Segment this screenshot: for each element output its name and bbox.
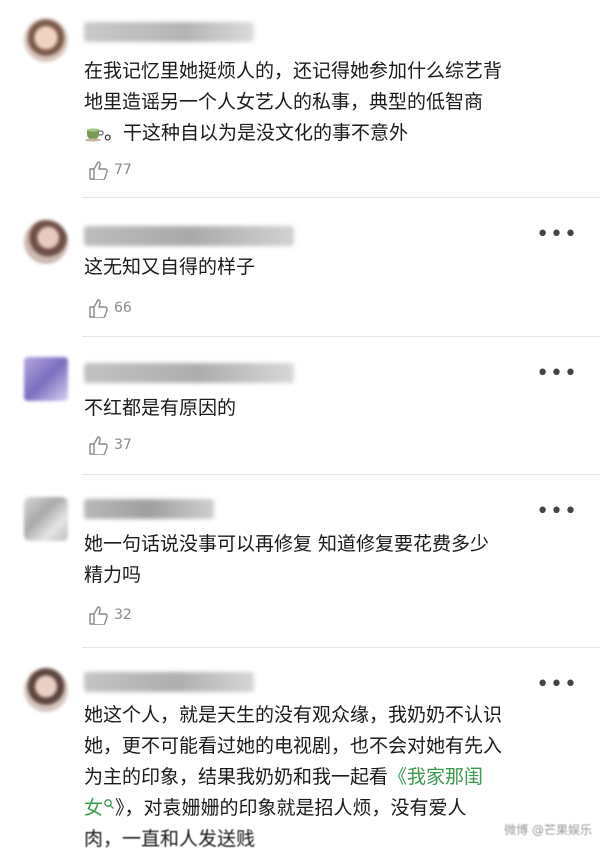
avatar[interactable] [24,357,68,401]
show-link[interactable]: 《我家那闺 [388,766,483,788]
username-blurred[interactable] [84,672,254,692]
teacup-emoji-icon [84,121,104,142]
comment-4: ••• 她一句话说没事可以再修复 知道修复要花费多少 精力吗 32 [0,475,600,647]
more-options-icon[interactable]: ••• [536,363,578,385]
comment-text: 她一句话说没事可以再修复 知道修复要花费多少 精力吗 [84,533,490,586]
more-options-icon[interactable]: ••• [536,674,578,696]
like-count: 32 [114,607,132,623]
like-button[interactable]: 32 [88,605,132,625]
like-count: 77 [114,162,132,178]
comment-text: 在我记忆里她挺烦人的，还记得她参加什么综艺背 地里造谣另一个人女艺人的私事，典型… [84,60,503,144]
comment-3: ••• 不红都是有原因的 37 [0,337,600,474]
comment-text: 不红都是有原因的 [84,397,237,419]
more-options-icon[interactable]: ••• [536,501,578,523]
search-icon [104,799,114,809]
avatar[interactable] [24,497,68,541]
thumbs-up-icon [89,606,108,625]
comment-2: ••• 这无知又自得的样子 66 [0,198,600,336]
thumbs-up-icon [89,299,108,318]
thumbs-up-icon [89,161,108,180]
comment-1: 在我记忆里她挺烦人的，还记得她参加什么综艺背 地里造谣另一个人女艺人的私事，典型… [0,0,600,196]
show-link-continued[interactable]: 女 [84,797,115,819]
like-count: 66 [114,300,132,316]
avatar[interactable] [24,668,68,712]
comment-text: 这无知又自得的样子 [84,256,256,278]
like-count: 37 [114,437,132,453]
username-blurred[interactable] [84,226,294,246]
like-button[interactable]: 37 [88,435,132,455]
thumbs-up-icon [89,436,108,455]
username-blurred[interactable] [84,499,214,519]
weibo-watermark: 微博 @芒果娱乐 [504,823,592,837]
avatar[interactable] [24,220,68,264]
username-blurred[interactable] [84,363,294,383]
comment-5: ••• 她这个人，就是天生的没有观众缘，我奶奶不认识 她，更不可能看过她的电视剧… [0,648,600,850]
like-button[interactable]: 77 [88,160,132,180]
like-button[interactable]: 66 [88,298,132,318]
avatar[interactable] [24,18,68,62]
username-blurred[interactable] [84,22,254,42]
more-options-icon[interactable]: ••• [536,224,578,246]
